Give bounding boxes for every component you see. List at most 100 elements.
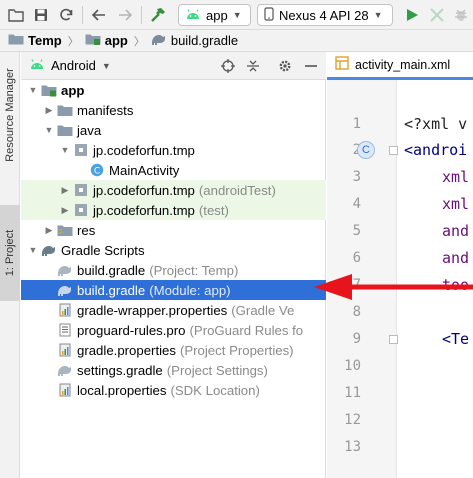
gradle-icon <box>57 263 73 277</box>
chevron-right-icon: 〉 <box>67 35 79 48</box>
main-toolbar: app ▼ Nexus 4 API 28 ▼ <box>0 0 473 30</box>
fold-marker-icon[interactable] <box>389 335 398 344</box>
tree-item-hint: (Project Properties) <box>179 342 294 358</box>
tab-label: activity_main.xml <box>355 57 451 72</box>
line-number: 8 <box>352 304 361 320</box>
tree-item-settings-gradle[interactable]: settings.gradle (Project Settings) <box>21 360 326 380</box>
run-configuration-select[interactable]: app ▼ <box>178 4 251 26</box>
resource-manager-tab[interactable]: Resource Manager <box>0 52 20 177</box>
expanded-arrow-icon[interactable]: ▼ <box>27 245 39 255</box>
sync-icon[interactable] <box>56 5 76 25</box>
collapsed-arrow-icon[interactable]: ▶ <box>59 185 71 196</box>
code-line: and <box>442 249 470 267</box>
text-file-icon <box>57 323 73 337</box>
phone-icon <box>264 6 274 24</box>
open-folder-icon[interactable] <box>6 5 26 25</box>
resource-manager-label: Resource Manager <box>4 67 16 162</box>
tree-item-label: jp.codeforfun.tmp <box>93 182 195 198</box>
resource-folder-icon <box>57 223 73 237</box>
collapsed-arrow-icon[interactable]: ▶ <box>43 225 55 236</box>
line-number: 4 <box>352 196 361 212</box>
line-number: 9 <box>352 331 361 347</box>
forward-arrow-icon[interactable] <box>115 5 135 25</box>
project-tab[interactable]: 1: Project <box>0 205 20 301</box>
tab-activity-main-xml[interactable]: activity_main.xml <box>327 52 473 80</box>
project-panel: Android ▼ ▼ app ▶ manifests ▼ java ▼ jp.… <box>21 52 326 478</box>
tree-item-gradle-scripts[interactable]: ▼ Gradle Scripts <box>21 240 326 260</box>
tree-item-mainactivity[interactable]: C MainActivity <box>21 160 326 180</box>
gradle-icon <box>151 33 167 48</box>
editor-tab-bar: activity_main.xml <box>327 52 473 80</box>
collapsed-arrow-icon[interactable]: ▶ <box>59 205 71 216</box>
locate-target-icon[interactable] <box>220 58 236 74</box>
module-folder-icon <box>41 83 57 97</box>
tree-item-app[interactable]: ▼ app <box>21 80 326 100</box>
tree-item-proguard-rules[interactable]: proguard-rules.pro (ProGuard Rules fo <box>21 320 326 340</box>
apply-changes-icon[interactable] <box>427 5 447 25</box>
gradle-icon <box>57 283 73 297</box>
class-badge-icon[interactable]: C <box>357 141 375 159</box>
breadcrumb-item-temp[interactable]: Temp <box>8 33 62 48</box>
tree-item-package-test[interactable]: ▶ jp.codeforfun.tmp (test) <box>21 200 326 220</box>
breadcrumb-item-build-gradle[interactable]: build.gradle <box>151 33 238 48</box>
tree-item-gradle-wrapper-properties[interactable]: gradle-wrapper.properties (Gradle Ve <box>21 300 326 320</box>
tree-item-java[interactable]: ▼ java <box>21 120 326 140</box>
tree-item-hint: (Project Settings) <box>166 362 268 378</box>
chevron-down-icon: ▼ <box>232 10 242 20</box>
folder-icon <box>57 103 73 117</box>
folder-icon <box>8 33 24 48</box>
line-number: 2 <box>327 142 361 158</box>
tree-item-label: local.properties <box>77 382 167 398</box>
android-icon <box>29 58 45 73</box>
save-icon[interactable] <box>31 5 51 25</box>
breadcrumb-item-app[interactable]: app <box>85 33 128 48</box>
run-configuration-label: app <box>206 7 228 23</box>
collapsed-arrow-icon[interactable]: ▶ <box>43 105 55 116</box>
annotation-arrow-icon <box>314 274 473 300</box>
device-select[interactable]: Nexus 4 API 28 ▼ <box>257 4 393 26</box>
line-number: 13 <box>344 439 361 455</box>
hide-panel-icon[interactable] <box>303 58 319 74</box>
tree-item-package-androidtest[interactable]: ▶ jp.codeforfun.tmp (androidTest) <box>21 180 326 200</box>
tree-item-gradle-properties[interactable]: gradle.properties (Project Properties) <box>21 340 326 360</box>
device-label: Nexus 4 API 28 <box>279 7 369 23</box>
tree-item-manifests[interactable]: ▶ manifests <box>21 100 326 120</box>
tree-item-build-gradle-project[interactable]: build.gradle (Project: Temp) <box>21 260 326 280</box>
tree-item-build-gradle-module[interactable]: build.gradle (Module: app) <box>21 280 326 300</box>
expanded-arrow-icon[interactable]: ▼ <box>27 85 39 95</box>
expanded-arrow-icon[interactable]: ▼ <box>59 145 71 155</box>
tree-item-label: proguard-rules.pro <box>77 322 186 338</box>
make-project-hammer-icon[interactable] <box>148 5 168 25</box>
view-mode-select[interactable]: Android <box>51 58 96 73</box>
code-line: xml <box>442 168 470 186</box>
tree-item-label: app <box>61 82 85 98</box>
breadcrumb-label: build.gradle <box>170 33 239 48</box>
svg-text:C: C <box>94 167 100 177</box>
chevron-down-icon[interactable]: ▼ <box>102 61 111 71</box>
tool-window-strip: Resource Manager 1: Project <box>0 52 20 478</box>
gear-icon[interactable] <box>277 58 293 74</box>
line-number: 1 <box>352 116 361 132</box>
folder-icon <box>57 123 73 137</box>
debug-icon[interactable] <box>451 5 471 25</box>
fold-marker-icon[interactable] <box>389 146 398 155</box>
collapse-all-icon[interactable] <box>245 58 261 74</box>
tree-item-label: Gradle Scripts <box>61 242 145 258</box>
tree-item-hint: (Module: app) <box>149 282 231 298</box>
tree-item-label: build.gradle <box>77 262 146 278</box>
tree-item-hint: (Gradle Ve <box>231 302 295 318</box>
package-icon <box>73 203 89 217</box>
run-icon[interactable] <box>402 5 422 25</box>
line-number: 10 <box>344 358 361 374</box>
properties-file-icon <box>57 343 73 357</box>
expanded-arrow-icon[interactable]: ▼ <box>43 125 55 135</box>
chevron-right-icon: 〉 <box>133 35 145 48</box>
tree-item-res[interactable]: ▶ res <box>21 220 326 240</box>
code-line: <Te <box>442 330 470 348</box>
line-number: 11 <box>344 385 361 401</box>
back-arrow-icon[interactable] <box>89 5 109 25</box>
tree-item-package[interactable]: ▼ jp.codeforfun.tmp <box>21 140 326 160</box>
tree-item-local-properties[interactable]: local.properties (SDK Location) <box>21 380 326 400</box>
tree-item-hint: (ProGuard Rules fo <box>189 322 304 338</box>
tree-item-hint: (SDK Location) <box>170 382 260 398</box>
